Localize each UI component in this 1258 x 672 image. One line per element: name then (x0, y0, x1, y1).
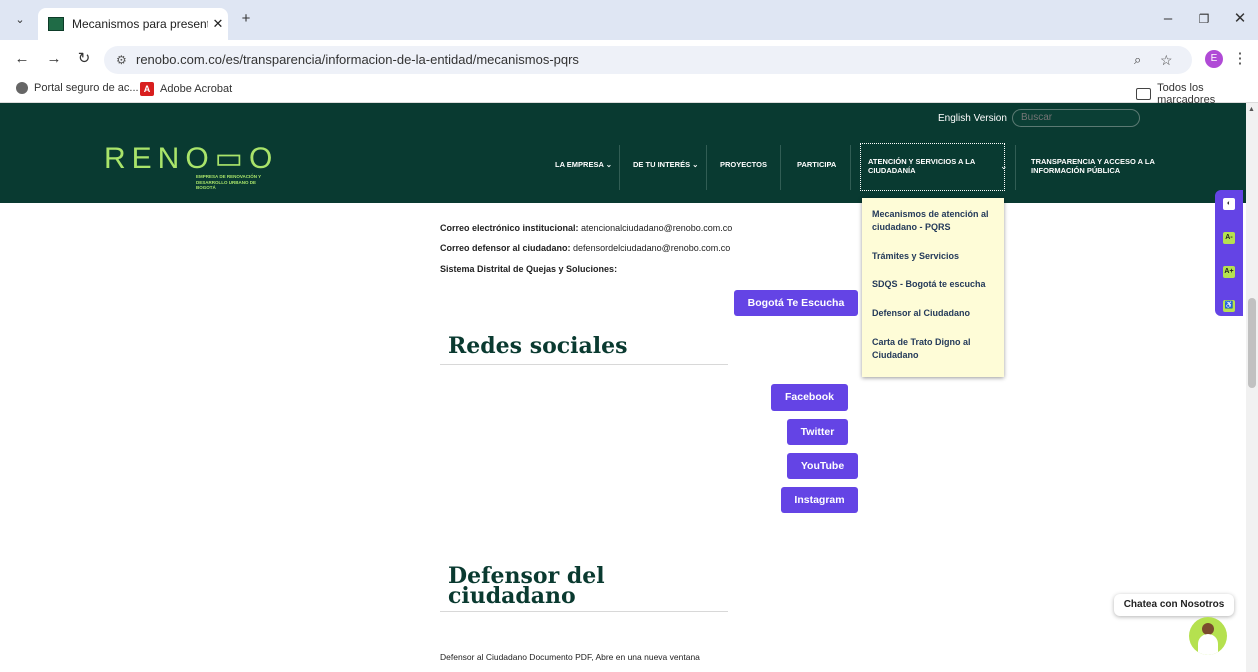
bookmark-star-icon[interactable]: ☆ (1160, 46, 1173, 74)
browser-menu-icon[interactable]: ⋮ (1232, 49, 1248, 69)
nav-de-tu-interes[interactable]: DE TU INTERÉS ⌄ (633, 160, 698, 169)
nav-transparencia[interactable]: TRANSPARENCIA Y ACCESO A LA INFORMACIÓN … (1031, 157, 1161, 175)
atencion-dropdown-menu: Mecanismos de atención al ciudadano - PQ… (862, 198, 1004, 377)
forward-icon[interactable]: → (44, 49, 64, 69)
defensor-value[interactable]: defensordelciudadano@renobo.com.co (573, 243, 730, 253)
site-header: RENO▭O EMPRESA DE RENOVACIÓN Y DESARROLL… (0, 103, 1246, 203)
bookmark-portal[interactable]: Portal seguro de ac... (16, 82, 139, 94)
email-value[interactable]: atencionalciudadano@renobo.com.co (581, 223, 732, 233)
accessibility-tool-icon[interactable]: ♿ (1223, 300, 1235, 312)
browser-toolbar: ← → ↻ ⚙ renobo.com.co/es/transparencia/i… (0, 40, 1258, 78)
scrollbar-thumb[interactable] (1248, 298, 1256, 388)
nav-divider (706, 145, 707, 190)
bookmark-label: Adobe Acrobat (160, 83, 233, 95)
defensor-document-link[interactable]: Defensor al Ciudadano Documento PDF, Abr… (440, 652, 700, 662)
nav-participa[interactable]: PARTICIPA (797, 160, 836, 169)
bogota-te-escucha-button[interactable]: Bogotá Te Escucha (734, 290, 858, 316)
nav-proyectos[interactable]: PROYECTOS (720, 160, 767, 169)
heading-divider (440, 364, 728, 365)
minimize-icon[interactable]: – (1158, 9, 1178, 29)
reload-icon[interactable]: ↻ (74, 49, 94, 69)
nav-divider (780, 145, 781, 190)
nav-divider (619, 145, 620, 190)
contrast-icon[interactable]: ◐ (1223, 198, 1235, 210)
heading-divider (440, 611, 728, 612)
menu-item-carta-trato[interactable]: Carta de Trato Digno al Ciudadano (872, 336, 992, 362)
renobo-logo[interactable]: RENO▭O (104, 141, 278, 176)
browser-tab-bar: ⌄ Mecanismos para presentar Pet ✕ + – ❐ … (0, 0, 1258, 40)
site-search-input[interactable] (1012, 109, 1140, 127)
youtube-button[interactable]: YouTube (787, 453, 858, 479)
instagram-button[interactable]: Instagram (781, 487, 858, 513)
nav-divider (850, 145, 851, 190)
address-bar[interactable]: ⚙ renobo.com.co/es/transparencia/informa… (104, 46, 1192, 74)
nav-la-empresa[interactable]: LA EMPRESA ⌄ (555, 160, 612, 169)
restore-icon[interactable]: ❐ (1194, 9, 1214, 29)
sdqs-line: Sistema Distrital de Quejas y Soluciones… (440, 264, 617, 274)
redes-sociales-heading: Redes sociales (448, 333, 628, 359)
tab-search-icon[interactable]: ⌄ (10, 10, 30, 30)
nav-atencion-ciudadania[interactable]: ATENCIÓN Y SERVICIOS A LA CIUDADANÍA (868, 157, 998, 175)
scroll-up-icon[interactable]: ▲ (1248, 106, 1255, 113)
folder-icon (1136, 88, 1152, 100)
chat-button[interactable]: Chatea con Nosotros (1114, 594, 1234, 616)
zoom-icon[interactable]: ⌕ (1134, 46, 1141, 74)
new-tab-button[interactable]: + (236, 9, 256, 29)
adobe-pdf-icon: A (140, 82, 154, 96)
tab-close-icon[interactable]: ✕ (208, 16, 228, 32)
site-info-icon[interactable]: ⚙ (116, 46, 127, 74)
defensor-heading-line2: ciudadano (448, 583, 576, 609)
page-scrollbar[interactable]: ▲ (1246, 103, 1258, 672)
browser-tab[interactable]: Mecanismos para presentar Pet ✕ (38, 8, 228, 40)
bookmarks-bar: Portal seguro de ac... A Adobe Acrobat T… (0, 78, 1258, 106)
defensor-label: Correo defensor al ciudadano: (440, 243, 571, 253)
accessibility-panel: ◐ A- A+ ♿ (1215, 190, 1243, 316)
increase-font-icon[interactable]: A+ (1223, 266, 1235, 278)
globe-icon (16, 82, 28, 94)
email-line: Correo electrónico institucional: atenci… (440, 223, 732, 233)
avatar-body (1198, 634, 1218, 655)
logo-subtitle: EMPRESA DE RENOVACIÓN Y DESARROLLO URBAN… (196, 174, 262, 190)
tab-favicon-icon (48, 17, 64, 31)
defensor-email-line: Correo defensor al ciudadano: defensorde… (440, 243, 730, 253)
decrease-font-icon[interactable]: A- (1223, 232, 1235, 244)
menu-item-tramites[interactable]: Trámites y Servicios (872, 250, 959, 263)
menu-item-defensor[interactable]: Defensor al Ciudadano (872, 307, 970, 320)
email-label: Correo electrónico institucional: (440, 223, 579, 233)
back-icon[interactable]: ← (12, 49, 32, 69)
facebook-button[interactable]: Facebook (771, 384, 848, 411)
menu-item-pqrs[interactable]: Mecanismos de atención al ciudadano - PQ… (872, 208, 992, 234)
chevron-down-icon: ⌄ (1000, 161, 1008, 171)
twitter-button[interactable]: Twitter (787, 419, 848, 445)
bookmark-label: Portal seguro de ac... (34, 82, 139, 94)
sdqs-label: Sistema Distrital de Quejas y Soluciones… (440, 264, 618, 274)
menu-item-sdqs[interactable]: SDQS - Bogotá te escucha (872, 278, 986, 291)
bookmark-adobe[interactable]: A Adobe Acrobat (140, 82, 232, 96)
address-url: renobo.com.co/es/transparencia/informaci… (136, 52, 579, 67)
chat-avatar-icon[interactable] (1189, 617, 1227, 655)
english-version-link[interactable]: English Version (938, 113, 1007, 124)
tab-title: Mecanismos para presentar Pet (72, 17, 208, 31)
profile-avatar[interactable]: E (1205, 50, 1223, 68)
close-window-icon[interactable]: ✕ (1230, 9, 1250, 29)
nav-divider (1015, 145, 1016, 190)
